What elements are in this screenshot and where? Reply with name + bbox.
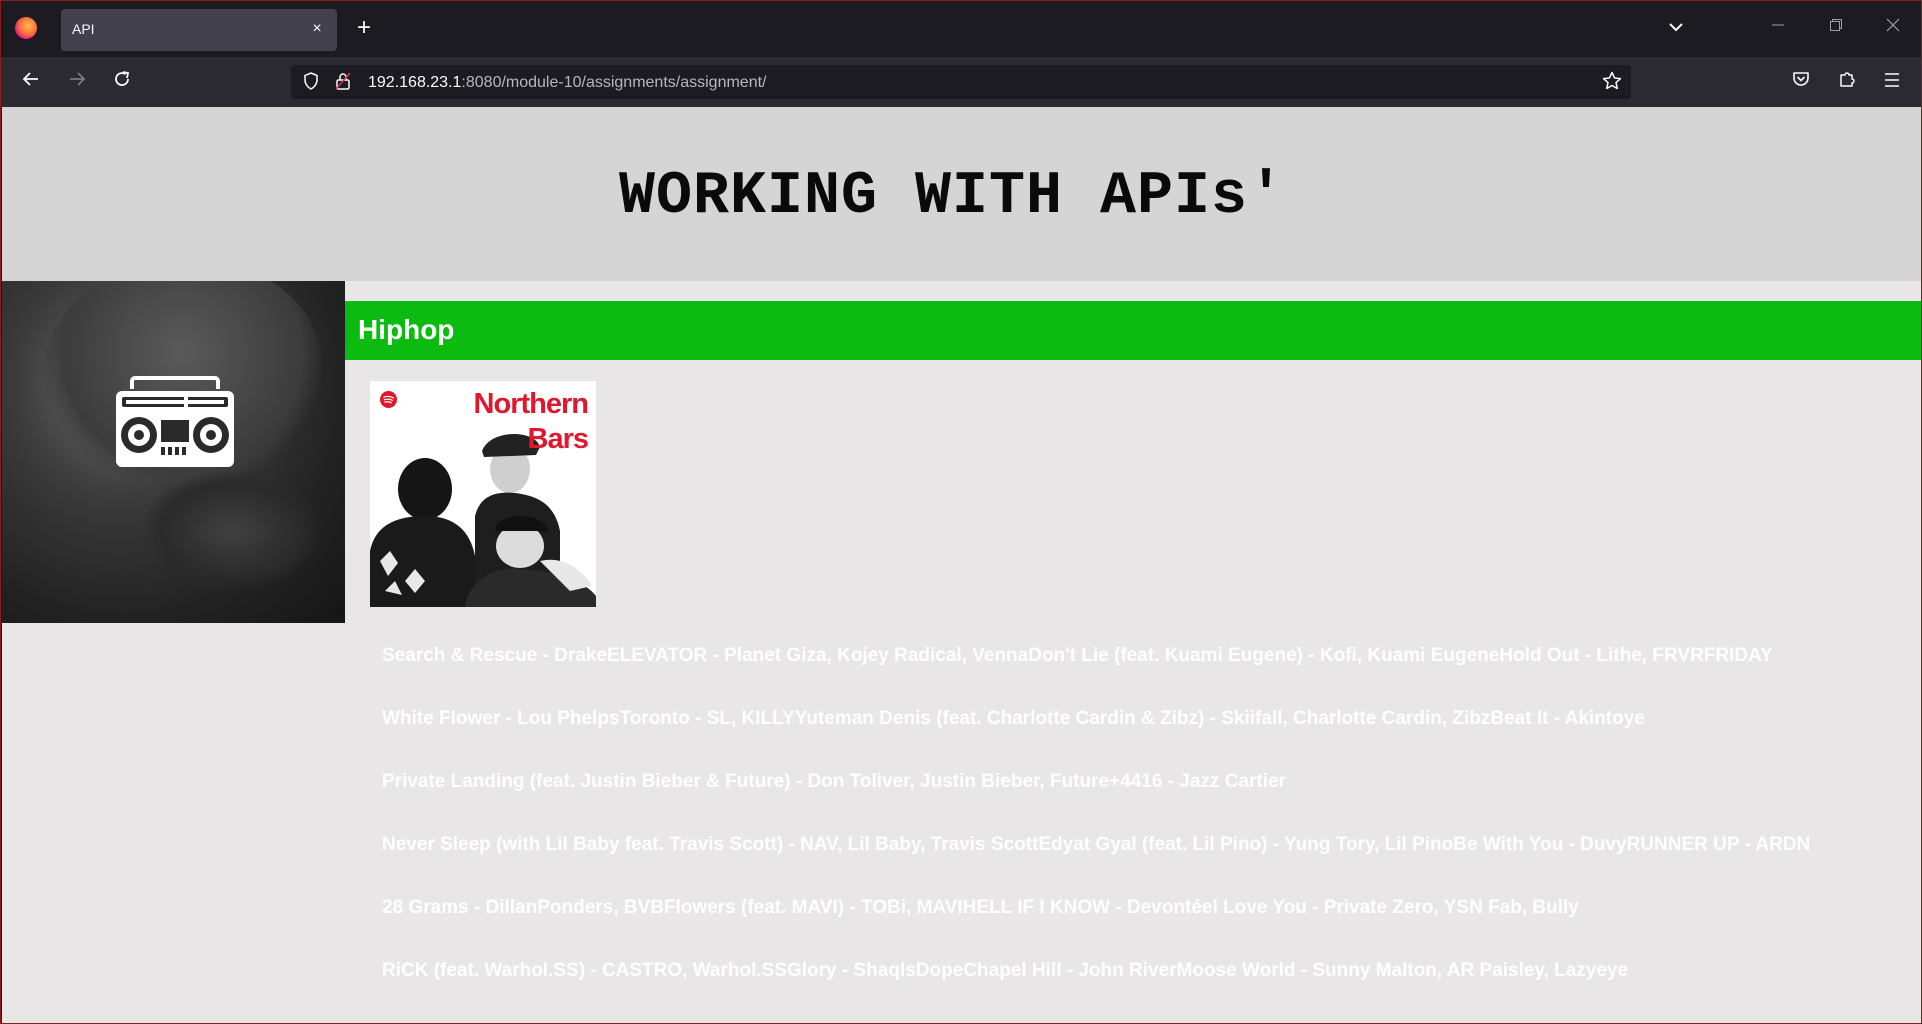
- page-header: WORKING WITH APIs': [2, 107, 1921, 281]
- url-bar[interactable]: 192.168.23.1:8080/module-10/assignments/…: [291, 65, 1631, 99]
- url-host: 192.168.23.1: [368, 74, 462, 91]
- close-window-icon[interactable]: [1878, 13, 1908, 43]
- lock-icon[interactable]: [333, 72, 353, 92]
- puzzle-icon[interactable]: [1833, 68, 1861, 96]
- cover-title-line1: Northern: [473, 388, 589, 420]
- star-icon[interactable]: [1601, 71, 1623, 93]
- list-all-tabs-icon[interactable]: [1663, 15, 1689, 41]
- page-content: WORKING WITH APIs' Hiphop Northern Bars …: [2, 107, 1921, 1023]
- track-line: Never Sleep (with Lil Baby feat. Travis …: [382, 834, 1811, 855]
- track-line: Private Landing (feat. Justin Bieber & F…: [382, 771, 1286, 792]
- tab-api[interactable]: API ×: [61, 9, 337, 51]
- url-path: :8080/module-10/assignments/assignment/: [461, 74, 767, 91]
- new-tab-button[interactable]: +: [351, 15, 377, 41]
- tab-title: API: [72, 21, 95, 37]
- hamburger-icon[interactable]: [1878, 68, 1906, 96]
- playlist-cover[interactable]: Northern Bars: [370, 381, 596, 607]
- navigation-toolbar: 192.168.23.1:8080/module-10/assignments/…: [1, 57, 1921, 107]
- pocket-icon[interactable]: [1787, 68, 1815, 96]
- page-title: WORKING WITH APIs': [618, 163, 1286, 231]
- shield-icon[interactable]: [301, 72, 321, 92]
- firefox-icon[interactable]: [15, 17, 37, 39]
- track-line: RiCK (feat. Warhol.SS) - CASTRO, Warhol.…: [382, 960, 1629, 981]
- reload-button[interactable]: [108, 68, 136, 96]
- genre-header: Hiphop: [345, 301, 1921, 360]
- browser-window: API × + 192.168.23.1:8080/module-10/assi…: [0, 0, 1922, 1024]
- url-text[interactable]: 192.168.23.1:8080/module-10/assignments/…: [368, 74, 766, 92]
- turntable-shape: [142, 471, 322, 591]
- minimize-icon[interactable]: [1763, 13, 1793, 43]
- track-line: 28 Grams - DillanPonders, BVBFlowers (fe…: [382, 897, 1579, 918]
- spotify-icon: [380, 391, 397, 408]
- track-line: Search & Rescue - DrakeELEVATOR - Planet…: [382, 645, 1773, 666]
- close-tab-icon[interactable]: ×: [307, 19, 327, 39]
- cover-title: Northern Bars: [473, 387, 590, 457]
- cover-title-line2: Bars: [527, 423, 590, 455]
- genre-title: Hiphop: [358, 314, 455, 345]
- tab-strip: API × +: [1, 1, 1921, 57]
- back-button[interactable]: [17, 68, 45, 96]
- track-line: White Flower - Lou PhelpsToronto - SL, K…: [382, 708, 1645, 729]
- restore-icon[interactable]: [1821, 13, 1851, 43]
- forward-button[interactable]: [63, 68, 91, 96]
- boombox-icon: [116, 376, 234, 467]
